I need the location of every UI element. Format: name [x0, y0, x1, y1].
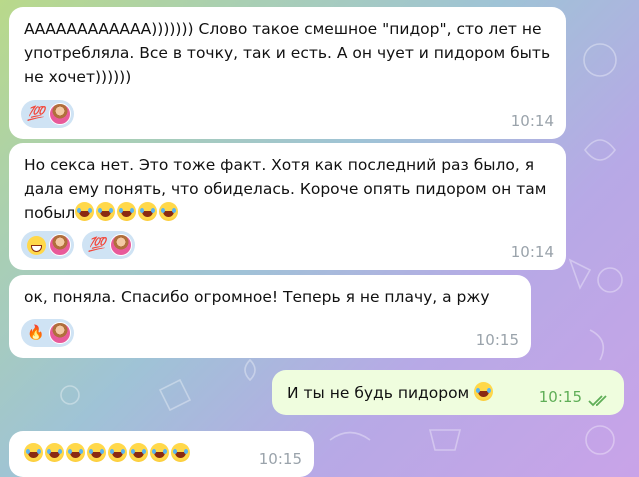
- avatar: [49, 322, 71, 344]
- reaction-chip[interactable]: 💯: [82, 231, 135, 259]
- message-text: Но секса нет. Это тоже факт. Хотя как по…: [9, 143, 566, 225]
- message-time: 10:14: [510, 243, 554, 261]
- message-time: 10:14: [510, 112, 554, 130]
- message-time: 10:15: [258, 450, 302, 468]
- hundred-points-icon: 💯: [27, 106, 45, 122]
- avatar: [49, 103, 71, 125]
- face-with-tears-of-joy-icon: [474, 382, 494, 401]
- message-text-body: И ты не будь пидором: [287, 384, 470, 402]
- reaction-chip[interactable]: 💯: [21, 100, 74, 128]
- avatar: [49, 234, 71, 256]
- reaction-chip[interactable]: 🔥: [21, 319, 74, 347]
- reactions-row: 🔥: [21, 319, 74, 347]
- reaction-chip[interactable]: [21, 231, 74, 259]
- double-check-read-icon: [588, 395, 607, 407]
- message-text: ок, поняла. Спасибо огромное! Теперь я н…: [24, 288, 490, 306]
- message-bubble[interactable]: 10:15: [9, 431, 314, 477]
- message-text: АААААААААААА))))))) Слово такое смешное …: [24, 20, 551, 86]
- message-bubble[interactable]: ок, поняла. Спасибо огромное! Теперь я н…: [9, 275, 531, 358]
- message-time: 10:15: [538, 388, 582, 406]
- fire-icon: 🔥: [27, 325, 45, 341]
- hundred-points-icon: 💯: [88, 237, 106, 253]
- avatar: [110, 234, 132, 256]
- message-bubble[interactable]: АААААААААААА))))))) Слово такое смешное …: [9, 7, 566, 139]
- message-bubble-outgoing[interactable]: И ты не будь пидором 10:15: [272, 370, 624, 415]
- message-time: 10:15: [475, 331, 519, 349]
- message-bubble[interactable]: Но секса нет. Это тоже факт. Хотя как по…: [9, 143, 566, 270]
- grinning-face-icon: [25, 234, 47, 256]
- reactions-row: 💯: [21, 231, 135, 259]
- face-with-tears-of-joy-icon: [75, 202, 180, 222]
- reactions-row: 💯: [21, 100, 74, 128]
